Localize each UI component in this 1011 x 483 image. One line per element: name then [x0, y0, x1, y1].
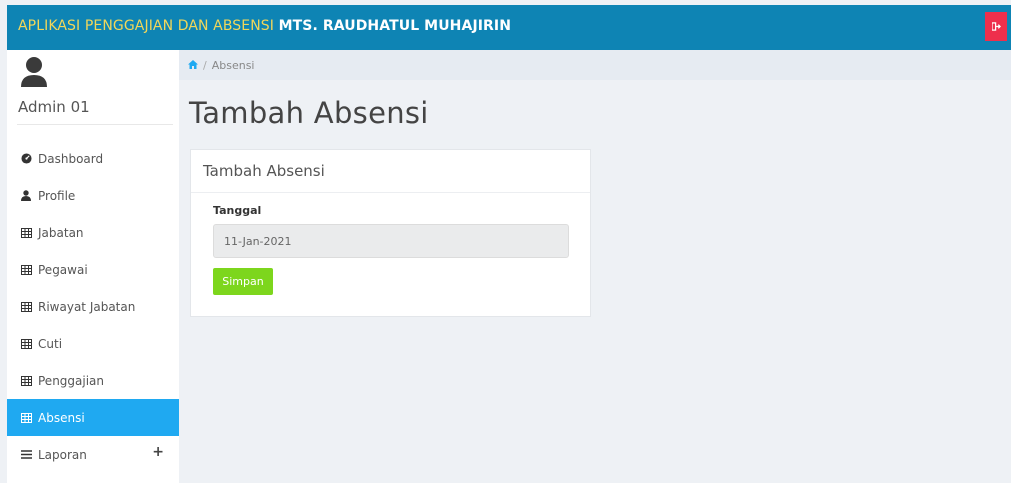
user-avatar-icon	[20, 56, 48, 88]
sidebar: Admin 01 Dashboard Profile Jabatan Pegaw…	[7, 50, 179, 483]
sidebar-item-label: Cuti	[38, 336, 63, 351]
sidebar-divider	[17, 124, 173, 125]
dashboard-icon	[20, 153, 32, 164]
sidebar-menu: Dashboard Profile Jabatan Pegawai Riwaya…	[7, 140, 179, 473]
logout-button[interactable]	[985, 12, 1007, 41]
sidebar-item-laporan[interactable]: Laporan +	[7, 436, 179, 473]
bars-icon	[20, 450, 32, 459]
sidebar-item-label: Dashboard	[38, 151, 104, 166]
home-icon[interactable]	[188, 59, 198, 72]
table-icon	[20, 338, 32, 349]
user-icon	[20, 190, 32, 201]
sign-out-icon	[991, 22, 1001, 31]
breadcrumb-separator: /	[203, 58, 207, 72]
sidebar-item-penggajian[interactable]: Penggajian	[7, 362, 179, 399]
table-icon	[20, 412, 32, 423]
sidebar-item-dashboard[interactable]: Dashboard	[7, 140, 179, 177]
sidebar-item-jabatan[interactable]: Jabatan	[7, 214, 179, 251]
save-button[interactable]: Simpan	[213, 268, 273, 295]
sidebar-item-label: Riwayat Jabatan	[38, 299, 136, 314]
sidebar-item-label: Absensi	[38, 410, 85, 425]
app-title: APLIKASI PENGGAJIAN DAN ABSENSI MTS. RAU…	[18, 18, 511, 34]
table-icon	[20, 227, 32, 238]
tanggal-label: Tanggal	[213, 204, 262, 217]
table-icon	[20, 264, 32, 275]
app-title-part1: APLIKASI PENGGAJIAN DAN ABSENSI	[18, 18, 275, 34]
sidebar-item-label: Laporan	[38, 447, 87, 462]
sidebar-item-profile[interactable]: Profile	[7, 177, 179, 214]
breadcrumb: / Absensi	[179, 50, 1011, 80]
sidebar-item-label: Jabatan	[38, 225, 84, 240]
sidebar-item-pegawai[interactable]: Pegawai	[7, 251, 179, 288]
sidebar-item-label: Profile	[38, 188, 76, 203]
breadcrumb-current: Absensi	[211, 58, 255, 72]
sidebar-item-cuti[interactable]: Cuti	[7, 325, 179, 362]
sidebar-item-label: Penggajian	[38, 373, 105, 388]
card-title: Tambah Absensi	[191, 150, 590, 193]
top-navbar: APLIKASI PENGGAJIAN DAN ABSENSI MTS. RAU…	[7, 5, 1011, 50]
sidebar-item-absensi[interactable]: Absensi	[7, 399, 179, 436]
app-title-part2: MTS. RAUDHATUL MUHAJIRIN	[278, 18, 512, 34]
expand-plus-icon[interactable]: +	[152, 444, 164, 460]
sidebar-item-label: Pegawai	[38, 262, 88, 277]
page-title: Tambah Absensi	[189, 96, 429, 130]
user-name: Admin 01	[18, 98, 90, 116]
table-icon	[20, 375, 32, 386]
table-icon	[20, 301, 32, 312]
sidebar-item-riwayat-jabatan[interactable]: Riwayat Jabatan	[7, 288, 179, 325]
form-card: Tambah Absensi Tanggal Simpan	[190, 149, 591, 317]
tanggal-input[interactable]	[213, 224, 569, 258]
